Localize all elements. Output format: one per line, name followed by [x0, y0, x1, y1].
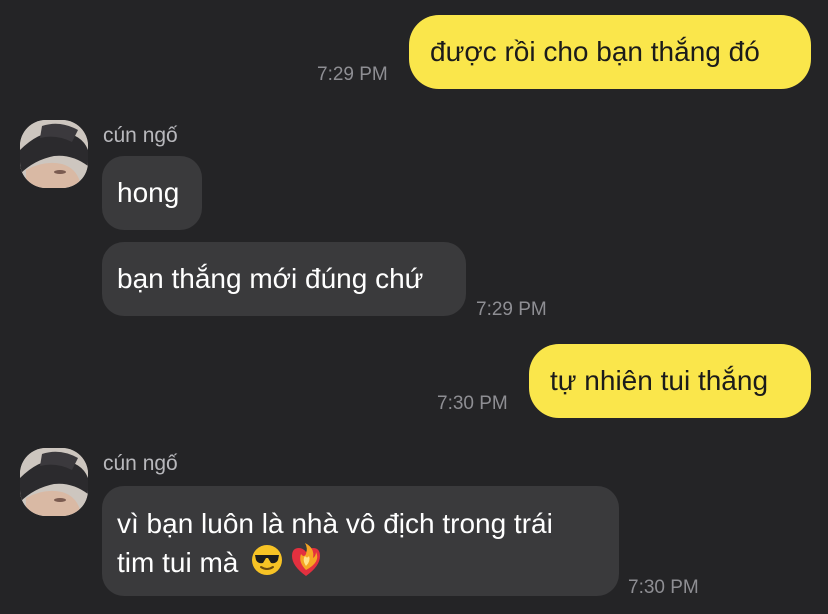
contact-avatar[interactable]: [20, 120, 88, 188]
sender-name: cún ngố: [103, 452, 178, 475]
received-message-bubble[interactable]: vì bạn luôn là nhà vô địch trong trái ti…: [102, 486, 619, 596]
avatar-photo-icon: [20, 448, 88, 516]
message-timestamp: 7:29 PM: [317, 64, 388, 85]
contact-avatar[interactable]: [20, 448, 88, 516]
sender-name: cún ngố: [103, 124, 178, 147]
received-message-bubble[interactable]: bạn thắng mới đúng chứ: [102, 242, 466, 316]
message-text-line-2: tim tui mà: [117, 542, 619, 587]
sent-message-bubble[interactable]: tự nhiên tui thắng: [529, 344, 811, 418]
message-timestamp: 7:30 PM: [628, 577, 699, 598]
sent-message-bubble[interactable]: được rồi cho bạn thắng đó: [409, 15, 811, 89]
message-timestamp: 7:30 PM: [437, 393, 508, 414]
smiling-face-with-sunglasses-icon: [250, 543, 284, 586]
message-text: tim tui mà: [117, 546, 239, 578]
avatar-photo-icon: [20, 120, 88, 188]
chat-screen: 7:29 PM được rồi cho bạn thắng đó cún ng…: [0, 0, 828, 614]
received-message-bubble[interactable]: hong: [102, 156, 202, 230]
message-timestamp: 7:29 PM: [476, 299, 547, 320]
heart-on-fire-icon: [288, 542, 324, 587]
message-text-line: vì bạn luôn là nhà vô địch trong trái: [117, 508, 553, 539]
